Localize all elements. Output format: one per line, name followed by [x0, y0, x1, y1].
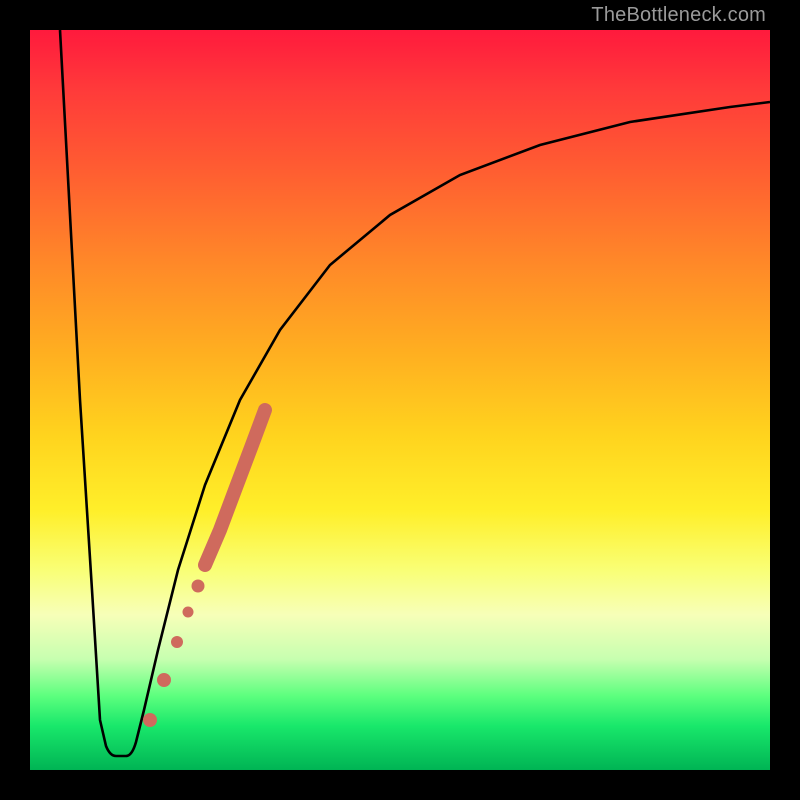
watermark-text: TheBottleneck.com [591, 4, 766, 27]
curve-layer [30, 30, 770, 770]
marker-dot [171, 636, 183, 648]
marker-dot [183, 607, 194, 618]
chart-frame: TheBottleneck.com [0, 0, 800, 800]
marker-dot [143, 713, 157, 727]
marker-segment [205, 410, 265, 565]
marker-dot [157, 673, 171, 687]
plot-wrapper [30, 30, 770, 770]
bottleneck-curve [60, 30, 770, 756]
marker-dot [192, 580, 205, 593]
